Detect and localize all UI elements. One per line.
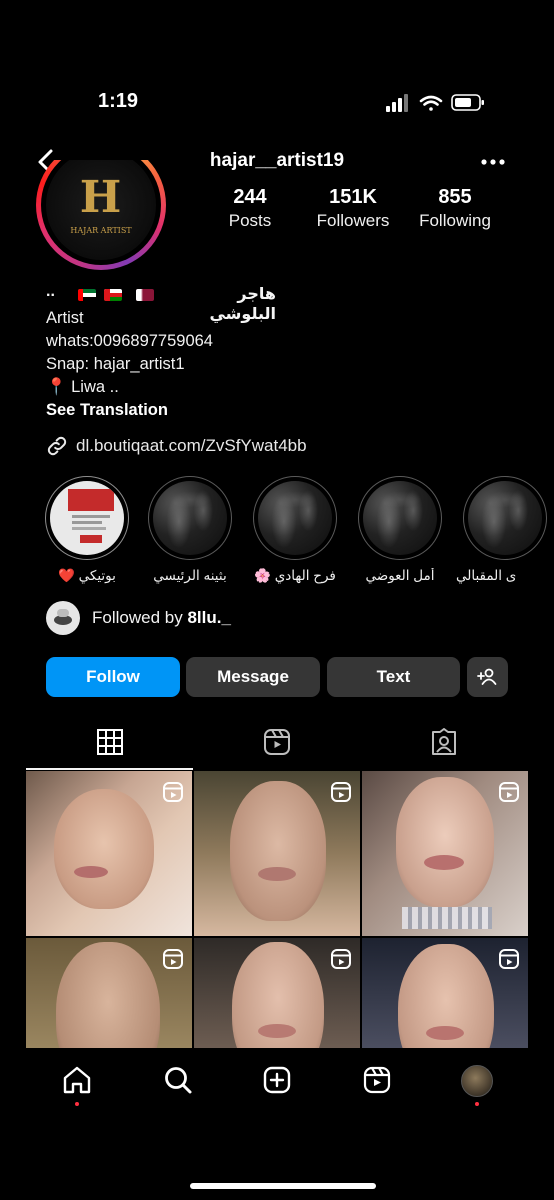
- reels-icon[interactable]: [263, 728, 291, 756]
- bio-link-text[interactable]: dl.boutiqaat.com/ZvSfYwat4bb: [76, 436, 307, 456]
- highlight-label: ى المقبالي: [456, 568, 517, 583]
- search-icon[interactable]: [163, 1065, 193, 1095]
- highlight-item[interactable]: فرح الهادي 🌸: [253, 476, 337, 584]
- bio-line-1: Artist: [46, 309, 84, 327]
- link-icon: [47, 436, 67, 456]
- message-button[interactable]: Message: [186, 657, 320, 697]
- highlight-label: أمل العوضي: [365, 568, 435, 583]
- following-count: 855: [438, 186, 472, 208]
- bio-line-3: Snap: hajar_artist1: [46, 355, 185, 373]
- post-tile[interactable]: [194, 771, 360, 936]
- post-tile[interactable]: [194, 938, 360, 1048]
- reel-badge-icon: [499, 782, 519, 802]
- followers-label: Followers: [316, 211, 390, 230]
- home-icon[interactable]: [62, 1065, 92, 1095]
- followed-by-text[interactable]: Followed by 8llu._: [92, 608, 231, 628]
- more-options-icon[interactable]: [480, 150, 506, 174]
- reel-badge-icon: [163, 949, 183, 969]
- stat-following[interactable]: 855 Following: [410, 186, 500, 231]
- create-post-icon[interactable]: [262, 1065, 292, 1095]
- highlight-cover: [153, 481, 227, 555]
- followed-by-user[interactable]: 8llu._: [187, 608, 230, 627]
- status-icons: [386, 94, 484, 112]
- post-tile[interactable]: [26, 771, 192, 936]
- uae-flag-icon: [78, 289, 96, 301]
- wifi-icon: [419, 95, 443, 111]
- stat-posts: 244 Posts: [215, 186, 285, 231]
- add-person-icon: [477, 668, 497, 685]
- highlight-cover: [468, 481, 542, 555]
- highlight-item[interactable]: بثينه الرئيسي: [148, 476, 232, 584]
- highlight-cover: [363, 481, 437, 555]
- reels-nav-icon[interactable]: [362, 1065, 392, 1095]
- logo-letter: H: [79, 172, 123, 223]
- profile-notification-dot: [475, 1102, 479, 1106]
- grid-icon[interactable]: [96, 728, 124, 756]
- home-notification-dot: [75, 1102, 79, 1106]
- highlight-label: بوتيكي ❤️: [58, 568, 116, 583]
- posts-label: Posts: [228, 211, 272, 230]
- text-button[interactable]: Text: [327, 657, 460, 697]
- highlight-label: فرح الهادي 🌸: [254, 568, 336, 583]
- see-translation-link[interactable]: See Translation: [46, 401, 168, 420]
- followed-by-prefix: Followed by: [92, 608, 188, 627]
- highlight-item[interactable]: ى المقبالي: [456, 476, 547, 584]
- highlight-label: بثينه الرئيسي: [153, 568, 227, 583]
- oman-flag-icon: [104, 289, 122, 301]
- posts-count: 244: [233, 186, 267, 208]
- profile-avatar[interactable]: H HAJAR ARTIST: [36, 160, 166, 275]
- qatar-flag-icon: [136, 289, 154, 301]
- post-tile[interactable]: [26, 938, 192, 1048]
- home-indicator: [190, 1183, 376, 1189]
- bio-name-row: .. هاجر البلوشي: [46, 283, 276, 323]
- tagged-icon[interactable]: [430, 728, 458, 756]
- bio-line-4: 📍 Liwa ..: [46, 378, 119, 396]
- reel-badge-icon: [499, 949, 519, 969]
- active-tab-indicator: [26, 768, 193, 770]
- highlight-item[interactable]: بوتيكي ❤️: [45, 476, 129, 584]
- post-tile[interactable]: [362, 938, 528, 1048]
- highlight-cover: [258, 481, 332, 555]
- logo-text: HAJAR ARTIST: [70, 226, 132, 235]
- reel-badge-icon: [163, 782, 183, 802]
- reel-badge-icon: [331, 782, 351, 802]
- status-time: 1:19: [98, 90, 139, 112]
- bio-line-2: whats:0096897759064: [46, 332, 213, 350]
- bio-display-name: هاجر البلوشي: [209, 286, 276, 323]
- post-tile[interactable]: [362, 771, 528, 936]
- highlight-item[interactable]: أمل العوضي: [358, 476, 442, 584]
- follow-button[interactable]: Follow: [46, 657, 180, 697]
- suggested-users-button[interactable]: [467, 657, 508, 697]
- cellular-signal-icon: [386, 94, 408, 112]
- bio-dots: ..: [46, 283, 55, 300]
- reel-badge-icon: [331, 949, 351, 969]
- stat-followers[interactable]: 151K Followers: [308, 186, 398, 231]
- following-label: Following: [419, 211, 491, 230]
- profile-avatar-icon[interactable]: [461, 1065, 493, 1097]
- battery-icon: [451, 94, 484, 111]
- follower-avatar[interactable]: [46, 601, 80, 635]
- followers-count: 151K: [329, 186, 377, 208]
- highlight-cover: [50, 481, 124, 555]
